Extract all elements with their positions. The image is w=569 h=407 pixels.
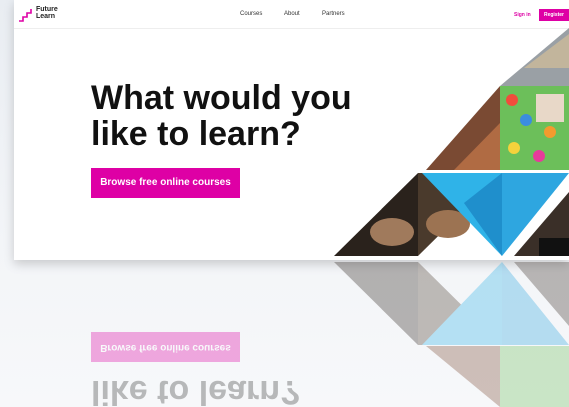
child-figure: [536, 94, 564, 122]
reflection-tile-textiles: [426, 346, 500, 407]
hands-shape: [370, 218, 414, 246]
ball-blue: [520, 114, 532, 126]
hero-image-mosaic: [334, 28, 569, 256]
reflection-tile-balls: [500, 346, 569, 407]
sign-in-link[interactable]: Sign in: [514, 12, 531, 18]
page-reflection: Browse free online courses like to learn…: [14, 262, 569, 407]
ball-orange: [544, 126, 556, 138]
ball-yellow: [508, 142, 520, 154]
reflection-title: like to learn?: [91, 373, 301, 407]
reflection-mosaic: [334, 262, 569, 407]
register-button[interactable]: Register: [539, 9, 569, 21]
reflection-tile-hands: [334, 262, 418, 345]
ball-red: [506, 94, 518, 106]
nav-courses[interactable]: Courses: [240, 11, 262, 17]
mosaic-tile-hands-seedling: [334, 173, 418, 256]
laptop-shape: [539, 238, 569, 256]
nav-about[interactable]: About: [284, 11, 300, 17]
reflection-cta: Browse free online courses: [91, 332, 240, 362]
header: Future Learn Courses About Partners Sign…: [14, 0, 569, 29]
nav-partners[interactable]: Partners: [322, 11, 345, 17]
logo-text: Future Learn: [36, 6, 58, 20]
browse-courses-button[interactable]: Browse free online courses: [91, 168, 240, 198]
browser-page: Future Learn Courses About Partners Sign…: [14, 0, 569, 260]
ball-pink: [533, 150, 545, 162]
futurelearn-logo[interactable]: Future Learn: [18, 5, 68, 25]
logo-steps-icon: [19, 9, 32, 22]
